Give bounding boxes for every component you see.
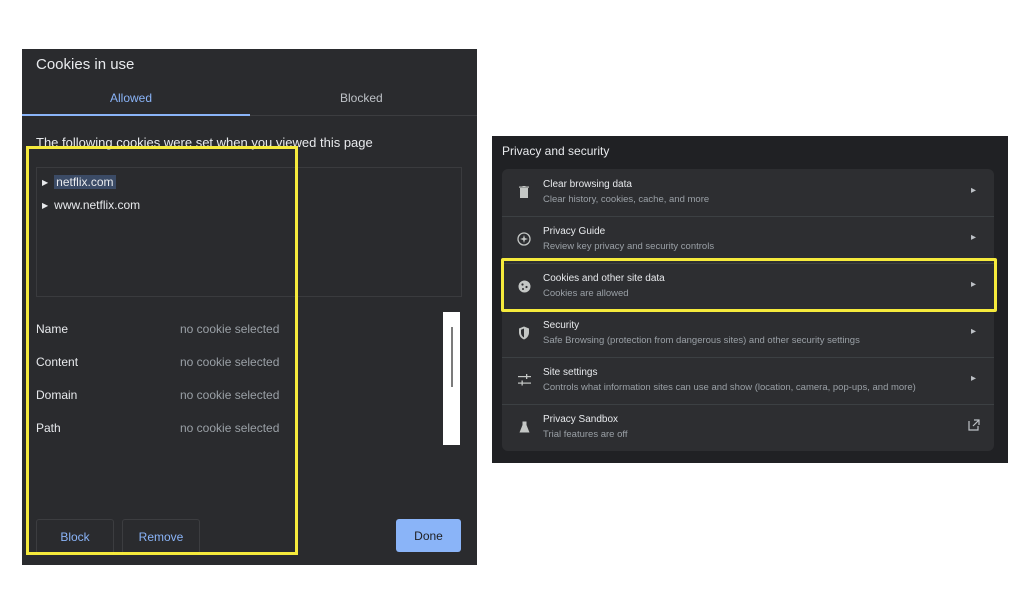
chevron-right-icon: ▸	[970, 232, 976, 243]
settings-item-clear-browsing-data[interactable]: Clear browsing data Clear history, cooki…	[502, 169, 994, 217]
item-subtitle: Safe Browsing (protection from dangerous…	[543, 335, 860, 346]
item-title: Clear browsing data	[543, 179, 632, 190]
item-title: Privacy Sandbox	[543, 414, 619, 425]
item-title: Security	[543, 320, 580, 331]
details-scrollbar[interactable]	[443, 312, 460, 445]
tab-allowed[interactable]: Allowed	[110, 91, 152, 105]
highlight-box-left	[26, 146, 298, 555]
scrollbar-thumb[interactable]	[451, 327, 453, 387]
trash-icon	[515, 183, 533, 201]
settings-item-security[interactable]: Security Safe Browsing (protection from …	[502, 310, 994, 358]
active-tab-indicator	[22, 114, 250, 116]
item-subtitle: Review key privacy and security controls	[543, 241, 715, 252]
item-title: Site settings	[543, 367, 598, 378]
chevron-right-icon: ▸	[970, 373, 976, 384]
compass-icon	[515, 230, 533, 248]
done-button[interactable]: Done	[396, 519, 461, 552]
tab-blocked[interactable]: Blocked	[340, 91, 383, 105]
item-subtitle: Trial features are off	[543, 429, 628, 440]
settings-item-site-settings[interactable]: Site settings Controls what information …	[502, 357, 994, 405]
external-link-icon[interactable]	[968, 418, 980, 436]
item-subtitle: Controls what information sites can use …	[543, 382, 916, 393]
chevron-right-icon: ▸	[970, 326, 976, 337]
dialog-title: Cookies in use	[36, 56, 135, 73]
item-subtitle: Clear history, cookies, cache, and more	[543, 194, 710, 205]
sliders-icon	[515, 371, 533, 389]
settings-item-privacy-guide[interactable]: Privacy Guide Review key privacy and sec…	[502, 216, 994, 264]
shield-icon	[515, 324, 533, 342]
flask-icon	[515, 418, 533, 436]
settings-item-privacy-sandbox[interactable]: Privacy Sandbox Trial features are off	[502, 404, 994, 451]
item-title: Privacy Guide	[543, 226, 606, 237]
highlight-box-right	[501, 258, 997, 312]
section-title: Privacy and security	[502, 144, 610, 158]
chevron-right-icon: ▸	[970, 185, 976, 196]
